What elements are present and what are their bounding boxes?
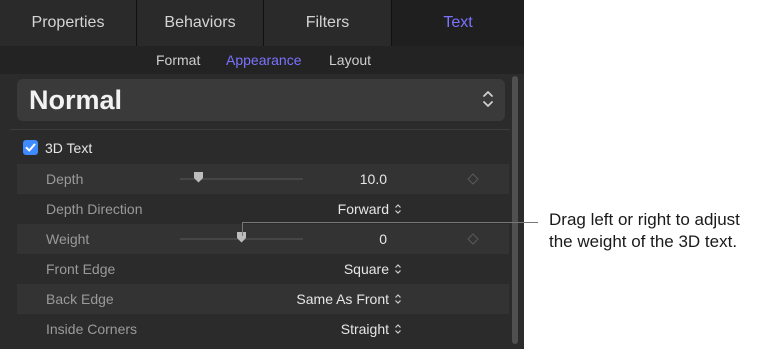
3d-text-checkbox[interactable] — [23, 140, 38, 155]
popup-value-text: Same As Front — [296, 291, 389, 307]
tab-behaviors[interactable]: Behaviors — [137, 0, 264, 46]
subtab-appearance[interactable]: Appearance — [226, 46, 302, 74]
popup-value-text: Straight — [340, 321, 389, 337]
preset-label: Normal — [29, 85, 123, 115]
callout-text: Drag left or right to adjust the weight … — [549, 209, 783, 253]
param-label: Depth — [46, 171, 84, 187]
callout-line-1: Drag left or right to adjust — [549, 210, 740, 229]
chevron-updown-icon — [395, 324, 401, 334]
param-row-back-edge: Back Edge Same As Front — [17, 284, 509, 314]
popup-value-text: Forward — [337, 201, 389, 217]
text-subtab-bar: Format Appearance Layout — [0, 46, 524, 74]
depth-direction-popup[interactable]: Forward — [338, 194, 402, 224]
weight-value-field[interactable]: 0 — [379, 224, 387, 254]
param-row-weight: Weight 0 — [17, 224, 509, 254]
chevron-updown-icon — [395, 204, 401, 214]
param-label: Weight — [46, 231, 90, 247]
section-3d-text: 3D Text — [0, 136, 510, 160]
param-label: Inside Corners — [46, 321, 138, 337]
chevron-updown-icon — [483, 91, 493, 107]
inside-corners-popup[interactable]: Straight — [341, 314, 402, 344]
front-edge-popup[interactable]: Square — [344, 254, 402, 284]
tab-filters[interactable]: Filters — [264, 0, 392, 46]
param-label: Back Edge — [46, 291, 114, 307]
param-row-depth: Depth 10.0 — [17, 164, 509, 194]
param-row-depth-direction: Depth Direction Forward — [17, 194, 509, 224]
inspector-panel: Properties Behaviors Filters Text Format… — [0, 0, 524, 349]
callout-line — [242, 222, 538, 223]
scrollbar[interactable] — [512, 76, 518, 344]
keyframe-diamond-icon[interactable] — [467, 173, 479, 185]
chevron-updown-icon — [395, 264, 401, 274]
callout-pointer — [242, 222, 243, 236]
section-label: 3D Text — [45, 140, 93, 156]
callout-line-2: the weight of the 3D text. — [549, 232, 738, 251]
preset-popup[interactable]: Normal — [17, 79, 505, 121]
subtab-layout[interactable]: Layout — [329, 46, 371, 74]
checkmark-icon — [25, 143, 36, 152]
tab-text[interactable]: Text — [392, 0, 524, 46]
depth-slider[interactable] — [180, 172, 303, 183]
tab-properties[interactable]: Properties — [0, 0, 137, 46]
keyframe-diamond-icon[interactable] — [467, 233, 479, 245]
slider-thumb[interactable] — [193, 172, 204, 183]
param-row-inside-corners: Inside Corners Straight — [17, 314, 509, 344]
popup-value-text: Square — [343, 261, 389, 277]
param-label: Depth Direction — [46, 201, 143, 217]
param-label: Front Edge — [46, 261, 116, 277]
chevron-updown-icon — [395, 294, 401, 304]
depth-value-field[interactable]: 10.0 — [360, 164, 387, 194]
subtab-format[interactable]: Format — [156, 46, 200, 74]
inspector-tab-bar: Properties Behaviors Filters Text — [0, 0, 524, 46]
param-row-front-edge: Front Edge Square — [17, 254, 509, 284]
weight-slider[interactable] — [180, 232, 303, 243]
back-edge-popup[interactable]: Same As Front — [296, 284, 402, 314]
divider — [10, 129, 510, 130]
